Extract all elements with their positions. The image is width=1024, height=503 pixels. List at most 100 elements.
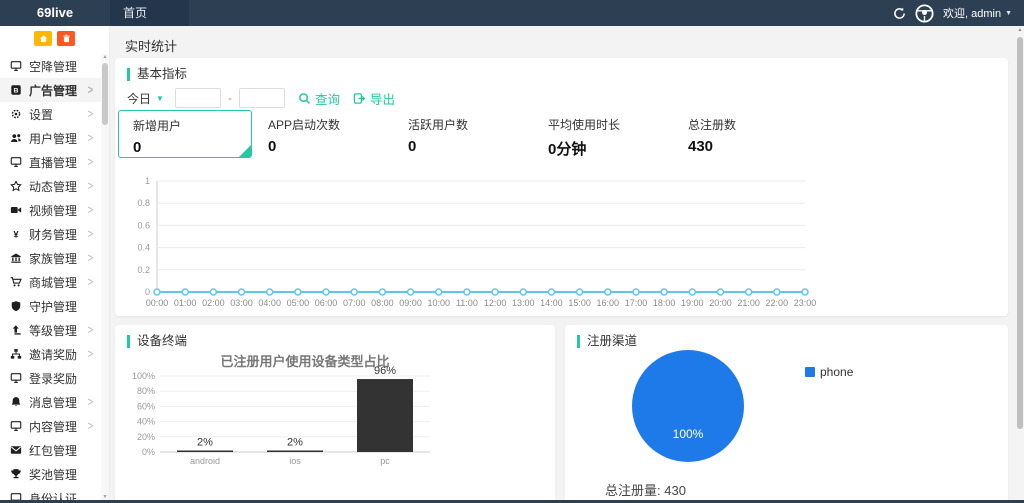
search-icon bbox=[298, 92, 311, 105]
search-button[interactable]: 查询 bbox=[298, 89, 340, 108]
legend-item-phone[interactable]: phone bbox=[805, 365, 853, 379]
home-button[interactable] bbox=[34, 31, 52, 46]
chevron-right-icon: > bbox=[88, 203, 93, 217]
trophy-icon bbox=[10, 468, 22, 480]
svg-text:06:00: 06:00 bbox=[315, 298, 338, 308]
sidebar-item-airdrop[interactable]: 空降管理 bbox=[0, 54, 101, 78]
sidebar-item-mall[interactable]: 商城管理> bbox=[0, 270, 101, 294]
svg-text:00:00: 00:00 bbox=[146, 298, 169, 308]
star-icon bbox=[10, 180, 22, 192]
monitor-icon bbox=[10, 156, 22, 168]
hourly-line-chart: 00.20.40.60.8100:0001:0002:0003:0004:000… bbox=[115, 170, 1008, 316]
sidebar-item-invite-reward[interactable]: 邀请奖励> bbox=[0, 342, 101, 366]
svg-text:1: 1 bbox=[145, 176, 150, 186]
sidebar: 空降管理 广告管理> 设置> 用户管理> 直播管理> 动态管理> 视频管理> 财… bbox=[0, 26, 110, 503]
date-from-input[interactable] bbox=[175, 88, 221, 108]
svg-text:02:00: 02:00 bbox=[202, 298, 225, 308]
sidebar-scroll-thumb[interactable] bbox=[102, 63, 108, 125]
sidebar-item-ads[interactable]: 广告管理> bbox=[0, 78, 101, 102]
page-scroll-thumb[interactable] bbox=[1017, 37, 1023, 429]
svg-text:12:00: 12:00 bbox=[484, 298, 507, 308]
users-icon bbox=[10, 132, 22, 144]
export-icon bbox=[353, 92, 366, 105]
export-button[interactable]: 导出 bbox=[353, 89, 395, 108]
welcome-text: 欢迎, admin bbox=[943, 5, 1001, 21]
chevron-right-icon: > bbox=[88, 395, 93, 409]
sitemap-icon bbox=[10, 348, 22, 360]
register-channel-card: 注册渠道 100% phone 总注册量: 430 bbox=[565, 325, 1008, 503]
chevron-right-icon: > bbox=[88, 83, 93, 97]
sidebar-item-prizepool[interactable]: 奖池管理 bbox=[0, 462, 101, 486]
date-separator: - bbox=[228, 91, 232, 105]
user-menu[interactable]: 欢迎, admin ▼ bbox=[943, 5, 1012, 21]
sidebar-item-settings[interactable]: 设置> bbox=[0, 102, 101, 126]
sidebar-item-family[interactable]: 家族管理> bbox=[0, 246, 101, 270]
stat-card-app-launches[interactable]: APP启动次数 0 bbox=[268, 116, 398, 155]
stat-card-avg-usage[interactable]: 平均使用时长 0分钟 bbox=[548, 116, 678, 159]
date-range-select[interactable]: 今日 ▼ bbox=[127, 90, 168, 107]
trash-button[interactable] bbox=[57, 31, 75, 46]
tab-home[interactable]: 首页 bbox=[110, 0, 189, 26]
sidebar-item-redpacket[interactable]: 红包管理 bbox=[0, 438, 101, 462]
chevron-right-icon: > bbox=[88, 347, 93, 361]
svg-text:15:00: 15:00 bbox=[568, 298, 591, 308]
svg-text:80%: 80% bbox=[137, 386, 155, 396]
sidebar-item-live[interactable]: 直播管理> bbox=[0, 150, 101, 174]
bank-icon bbox=[10, 252, 22, 264]
date-to-input[interactable] bbox=[239, 88, 285, 108]
sidebar-item-video[interactable]: 视频管理> bbox=[0, 198, 101, 222]
svg-text:17:00: 17:00 bbox=[625, 298, 648, 308]
page-scrollbar[interactable]: ▲ bbox=[1016, 26, 1024, 503]
chevron-right-icon: > bbox=[88, 131, 93, 145]
sidebar-item-message[interactable]: 消息管理> bbox=[0, 390, 101, 414]
monitor-icon bbox=[10, 420, 22, 432]
svg-text:21:00: 21:00 bbox=[737, 298, 760, 308]
scroll-up-icon[interactable]: ▲ bbox=[101, 54, 109, 60]
sidebar-item-moments[interactable]: 动态管理> bbox=[0, 174, 101, 198]
svg-text:04:00: 04:00 bbox=[258, 298, 281, 308]
sidebar-item-users[interactable]: 用户管理> bbox=[0, 126, 101, 150]
svg-text:14:00: 14:00 bbox=[540, 298, 563, 308]
app-logo: 69live bbox=[0, 0, 110, 26]
scroll-up-icon[interactable]: ▲ bbox=[1016, 27, 1024, 33]
total-registered-line: 总注册量: 430 bbox=[605, 480, 686, 499]
sidebar-item-login-reward[interactable]: 登录奖励 bbox=[0, 366, 101, 390]
svg-text:pc: pc bbox=[380, 456, 390, 466]
svg-text:23:00: 23:00 bbox=[794, 298, 817, 308]
avatar[interactable] bbox=[915, 4, 934, 23]
svg-text:16:00: 16:00 bbox=[597, 298, 620, 308]
svg-text:40%: 40% bbox=[137, 417, 155, 427]
device-bar-chart: 0%20%40%60%80%100%2%android2%ios96%pc bbox=[115, 365, 555, 503]
sidebar-item-guard[interactable]: 守护管理 bbox=[0, 294, 101, 318]
basic-metrics-title: 基本指标 bbox=[127, 68, 187, 81]
svg-text:0.4: 0.4 bbox=[137, 243, 150, 253]
stat-card-new-users[interactable]: 新增用户 0 bbox=[118, 110, 252, 158]
sidebar-item-content[interactable]: 内容管理> bbox=[0, 414, 101, 438]
svg-text:10:00: 10:00 bbox=[427, 298, 450, 308]
device-terminal-title: 设备终端 bbox=[127, 335, 187, 348]
caret-down-icon: ▼ bbox=[1005, 10, 1012, 17]
sidebar-item-level[interactable]: 等级管理> bbox=[0, 318, 101, 342]
svg-text:2%: 2% bbox=[287, 436, 303, 448]
sidebar-scrollbar[interactable]: ▲ ▼ bbox=[101, 54, 109, 500]
chevron-right-icon: > bbox=[88, 227, 93, 241]
svg-text:18:00: 18:00 bbox=[653, 298, 676, 308]
svg-text:100%: 100% bbox=[132, 371, 155, 381]
sidebar-menu: 空降管理 广告管理> 设置> 用户管理> 直播管理> 动态管理> 视频管理> 财… bbox=[0, 54, 101, 503]
envelope-icon bbox=[10, 444, 22, 456]
ad-icon bbox=[10, 84, 22, 96]
stat-card-total-registered[interactable]: 总注册数 430 bbox=[688, 116, 818, 155]
register-channel-title: 注册渠道 bbox=[577, 335, 637, 348]
svg-text:0.6: 0.6 bbox=[137, 220, 150, 230]
svg-text:03:00: 03:00 bbox=[230, 298, 253, 308]
shield-icon bbox=[10, 300, 22, 312]
video-camera-icon bbox=[10, 204, 22, 216]
main-content: 实时统计 基本指标 今日 ▼ - 查询 导出 新增用户 0 APP bbox=[110, 26, 1016, 503]
svg-text:2%: 2% bbox=[197, 436, 213, 448]
svg-text:20%: 20% bbox=[137, 432, 155, 442]
bell-icon bbox=[10, 396, 22, 408]
refresh-icon[interactable] bbox=[893, 7, 906, 20]
chevron-right-icon: > bbox=[88, 155, 93, 169]
sidebar-item-finance[interactable]: 财务管理> bbox=[0, 222, 101, 246]
stat-card-active-users[interactable]: 活跃用户数 0 bbox=[408, 116, 538, 155]
